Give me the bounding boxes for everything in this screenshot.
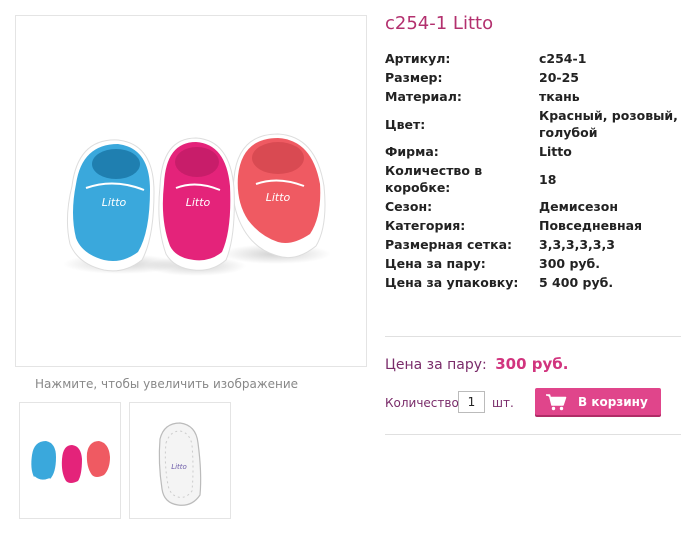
- zoom-hint[interactable]: Нажмите, чтобы увеличить изображение: [35, 377, 298, 391]
- red-shoe: Litto: [232, 133, 326, 259]
- spec-value: 5 400 руб.: [539, 275, 614, 290]
- spec-value: 300 руб.: [539, 256, 601, 271]
- spec-row: Цена за пару: 300 руб.: [385, 254, 681, 273]
- spec-value: ткань: [539, 89, 580, 104]
- svg-text:Litto: Litto: [171, 463, 187, 471]
- spec-row: Количество в коробке: 18: [385, 161, 681, 197]
- svg-text:Litto: Litto: [266, 191, 291, 204]
- spec-row: Размер: 20-25: [385, 68, 681, 87]
- thumbnail-1[interactable]: [19, 402, 121, 519]
- spec-key: Цена за пару:: [385, 256, 486, 271]
- quantity-unit: шт.: [492, 396, 514, 410]
- spec-key: Размер:: [385, 70, 443, 85]
- spec-row: Фирма: Litto: [385, 142, 681, 161]
- spec-value: 18: [539, 171, 557, 187]
- shoes-illustration: Litto Litto Litto: [63, 133, 331, 276]
- product-title: c254-1 Litto: [385, 13, 494, 34]
- spec-value: Litto: [539, 144, 572, 159]
- svg-text:Litto: Litto: [186, 196, 211, 209]
- divider: [385, 434, 681, 435]
- pink-shoe: Litto: [158, 137, 235, 271]
- price-label: Цена за пару:: [385, 357, 487, 373]
- thumbnail-shoes-image: [31, 441, 110, 483]
- spec-row: Цена за упаковку: 5 400 руб.: [385, 273, 681, 292]
- spec-row: Сезон: Демисезон: [385, 197, 681, 216]
- spec-row: Категория: Повседневная: [385, 216, 681, 235]
- product-specs-table: Артикул: c254-1 Размер: 20-25 Материал: ткань…: [385, 49, 681, 292]
- spec-key: Фирма:: [385, 144, 439, 159]
- spec-key: Размерная сетка:: [385, 237, 513, 252]
- add-to-cart-label: В корзину: [578, 394, 648, 409]
- spec-row: Размерная сетка: 3,3,3,3,3,3: [385, 235, 681, 254]
- spec-row: Артикул: c254-1: [385, 49, 681, 68]
- divider: [385, 336, 681, 337]
- shopping-cart-icon: [546, 393, 567, 410]
- spec-row: Материал: ткань: [385, 87, 681, 106]
- spec-key: Материал:: [385, 89, 462, 104]
- spec-row: Цвет: Красный, розовый, голубой: [385, 106, 681, 142]
- spec-key: Цвет:: [385, 116, 426, 132]
- spec-value: Повседневная: [539, 218, 643, 233]
- spec-key: Артикул:: [385, 51, 451, 66]
- spec-key: Цена за упаковку:: [385, 275, 519, 290]
- quantity-label: Количество: [385, 396, 459, 410]
- spec-value: 3,3,3,3,3,3: [539, 237, 615, 252]
- quantity-input[interactable]: [458, 391, 485, 413]
- main-product-image[interactable]: Litto Litto Litto: [15, 15, 367, 367]
- add-to-cart-button[interactable]: В корзину: [535, 388, 661, 415]
- spec-value: c254-1: [539, 51, 587, 66]
- thumbnail-2[interactable]: Litto: [129, 402, 231, 519]
- spec-key: Количество в коробке:: [385, 163, 483, 195]
- price-value: 300 руб.: [495, 355, 569, 373]
- svg-text:Litto: Litto: [102, 196, 127, 209]
- price-line: Цена за пару: 300 руб.: [385, 355, 568, 373]
- thumbnail-sole-image: Litto: [158, 422, 202, 506]
- spec-key: Сезон:: [385, 199, 433, 214]
- spec-value: Красный, розовый, голубой: [539, 108, 678, 140]
- spec-key: Категория:: [385, 218, 466, 233]
- spec-value: 20-25: [539, 70, 579, 85]
- spec-value: Демисезон: [539, 199, 618, 214]
- blue-shoe: Litto: [66, 139, 155, 272]
